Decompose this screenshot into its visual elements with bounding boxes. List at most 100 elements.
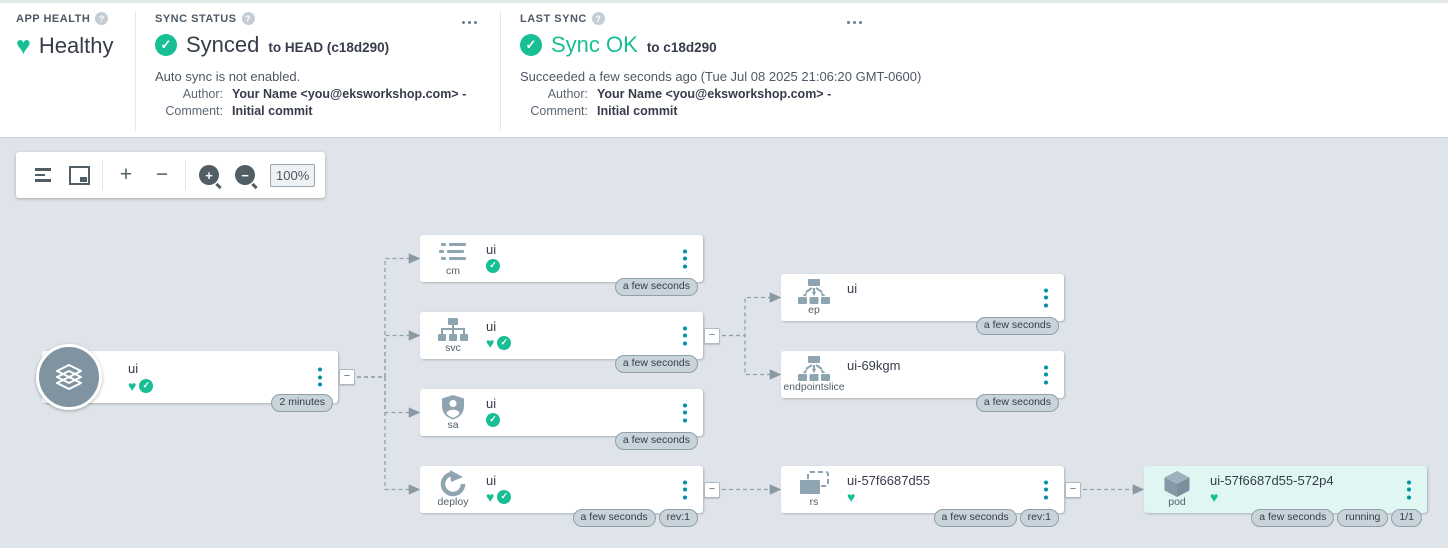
resource-title: ui xyxy=(486,473,496,488)
kebab-menu-icon[interactable] xyxy=(680,246,690,271)
health-heart-icon: ♥ xyxy=(486,336,494,350)
author-label: Author: xyxy=(520,87,588,101)
synced-check-icon: ✓ xyxy=(139,379,153,393)
kebab-menu-icon[interactable] xyxy=(1041,285,1051,310)
node-badge: a few seconds xyxy=(615,355,698,373)
kebab-menu-icon[interactable] xyxy=(315,365,325,390)
comment-label: Comment: xyxy=(155,104,223,118)
svc-icon xyxy=(430,317,476,342)
resource-title: ui xyxy=(486,396,496,411)
node-badge: running xyxy=(1337,509,1388,527)
magnify-out-button[interactable]: − xyxy=(228,158,262,192)
resource-badges: a few secondsrev:1 xyxy=(573,509,698,527)
last-sync-label-text: LAST SYNC xyxy=(520,13,587,25)
node-badge: a few seconds xyxy=(573,509,656,527)
node-badge: rev:1 xyxy=(1020,509,1059,527)
endpointslice-icon xyxy=(791,356,837,381)
sync-status-label: SYNC STATUS ? xyxy=(155,12,466,25)
comment-value: Initial commit xyxy=(232,104,313,118)
resource-title: ui xyxy=(847,281,857,296)
node-pod[interactable]: pod ui-57f6687d55-572p4 ♥ a few secondsr… xyxy=(1144,466,1427,513)
minus-icon: − xyxy=(156,163,168,187)
synced-check-icon: ✓ xyxy=(486,259,500,273)
node-badge: a few seconds xyxy=(976,317,1059,335)
check-circle-icon: ✓ xyxy=(520,34,542,56)
sync-status-ellipsis-menu-icon[interactable] xyxy=(458,17,481,28)
resource-kind-label: ep xyxy=(782,304,846,316)
node-endpointslice[interactable]: endpointslice ui-69kgm a few seconds xyxy=(781,351,1064,398)
zoom-level-value[interactable]: 100% xyxy=(270,164,315,187)
node-deploy[interactable]: deploy ui ♥✓ a few secondsrev:1 − xyxy=(420,466,703,513)
last-sync-note: Succeeded a few seconds ago (Tue Jul 08 … xyxy=(520,69,921,84)
help-icon[interactable]: ? xyxy=(95,12,108,25)
synced-check-icon: ✓ xyxy=(486,413,500,427)
kebab-menu-icon[interactable] xyxy=(680,477,690,502)
kebab-menu-icon[interactable] xyxy=(1404,477,1414,502)
collapse-handle[interactable]: − xyxy=(1065,482,1081,498)
node-app[interactable]: ui ♥✓ 2 minutes − xyxy=(42,351,338,403)
node-badge: a few seconds xyxy=(615,432,698,450)
resource-title: ui xyxy=(486,242,496,257)
collapse-handle[interactable]: − xyxy=(339,369,355,385)
zoom-out-button[interactable]: − xyxy=(145,158,179,192)
author-value: Your Name <you@eksworkshop.com> - xyxy=(597,87,831,101)
magnify-in-button[interactable]: + xyxy=(192,158,226,192)
node-ep[interactable]: ep ui a few seconds xyxy=(781,274,1064,321)
sync-status-value: Synced xyxy=(186,32,259,58)
help-icon[interactable]: ? xyxy=(242,12,255,25)
sync-status-target: to HEAD (c18d290) xyxy=(268,40,389,55)
check-circle-icon: ✓ xyxy=(155,34,177,56)
zoom-in-button[interactable]: + xyxy=(109,158,143,192)
panel-divider xyxy=(500,11,501,131)
app-health-status: Healthy xyxy=(39,33,114,59)
resource-badges: a few seconds xyxy=(615,278,698,296)
status-bar: APP HEALTH ? ♥ Healthy SYNC STATUS ? ✓ S… xyxy=(0,0,1448,138)
resource-badges: a few seconds xyxy=(976,317,1059,335)
collapse-handle[interactable]: − xyxy=(704,328,720,344)
pod-icon xyxy=(1154,471,1200,496)
health-heart-icon: ♥ xyxy=(128,379,136,393)
resource-status-icons: ♥✓ xyxy=(486,335,511,350)
kebab-menu-icon[interactable] xyxy=(1041,362,1051,387)
layout-list-button[interactable] xyxy=(26,158,60,192)
kebab-menu-icon[interactable] xyxy=(680,400,690,425)
resource-badges: a few seconds xyxy=(615,432,698,450)
kebab-menu-icon[interactable] xyxy=(1041,477,1051,502)
plus-icon: + xyxy=(120,163,132,187)
rs-icon xyxy=(791,471,837,496)
health-heart-icon: ♥ xyxy=(1210,490,1218,504)
resource-badges: 2 minutes xyxy=(271,394,333,412)
last-sync-ellipsis-menu-icon[interactable] xyxy=(843,17,866,28)
help-icon[interactable]: ? xyxy=(592,12,605,25)
node-rs[interactable]: rs ui-57f6687d55 ♥ a few secondsrev:1 − xyxy=(781,466,1064,513)
resource-badges: a few seconds xyxy=(976,394,1059,412)
resource-status-icons: ♥ xyxy=(1210,489,1218,504)
fit-to-screen-button[interactable] xyxy=(62,158,96,192)
sync-status-label-text: SYNC STATUS xyxy=(155,13,237,25)
toolbar-divider xyxy=(102,160,103,190)
resource-status-icons: ✓ xyxy=(486,412,500,427)
synced-check-icon: ✓ xyxy=(497,490,511,504)
node-sa[interactable]: sa ui ✓ a few seconds xyxy=(420,389,703,436)
node-cm[interactable]: cm ui ✓ a few seconds xyxy=(420,235,703,282)
panel-app-health: APP HEALTH ? ♥ Healthy xyxy=(16,12,113,59)
fit-to-screen-icon xyxy=(69,166,90,185)
auto-sync-note: Auto sync is not enabled. xyxy=(155,69,466,84)
node-badge: a few seconds xyxy=(976,394,1059,412)
resource-kind-label: deploy xyxy=(421,496,485,508)
resource-kind-label: svc xyxy=(421,342,485,354)
node-svc[interactable]: svc ui ♥✓ a few seconds − xyxy=(420,312,703,359)
collapse-handle[interactable]: − xyxy=(704,482,720,498)
graph-toolbar: + − + − 100% xyxy=(16,152,325,198)
ep-icon xyxy=(791,279,837,304)
layout-list-icon xyxy=(35,168,51,182)
kebab-menu-icon[interactable] xyxy=(680,323,690,348)
comment-value: Initial commit xyxy=(597,104,678,118)
resource-title: ui xyxy=(128,361,138,376)
resource-title: ui-57f6687d55-572p4 xyxy=(1210,473,1334,488)
app-health-label: APP HEALTH ? xyxy=(16,12,113,25)
resource-status-icons: ♥✓ xyxy=(128,378,153,393)
resource-badges: a few seconds xyxy=(615,355,698,373)
app-health-label-text: APP HEALTH xyxy=(16,13,90,25)
panel-sync-status: SYNC STATUS ? ✓ Synced to HEAD (c18d290)… xyxy=(155,12,466,118)
